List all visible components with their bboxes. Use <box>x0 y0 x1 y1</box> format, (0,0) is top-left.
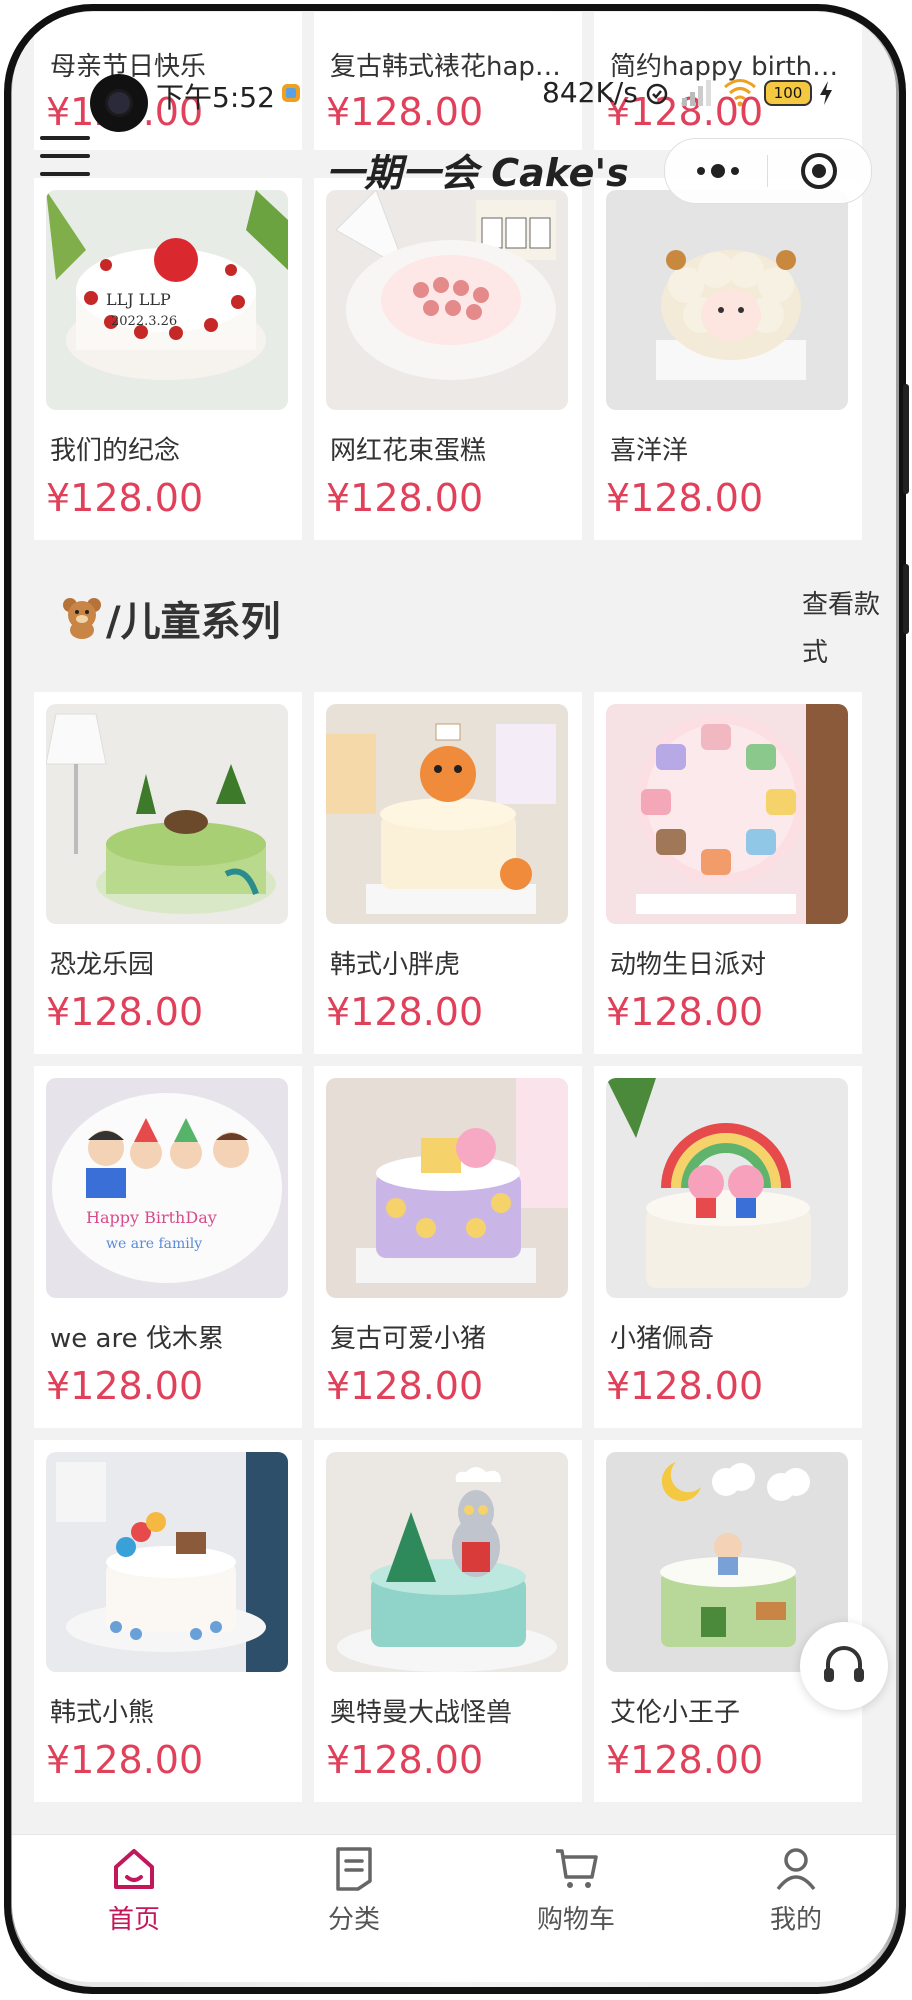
volume-button <box>903 384 909 494</box>
product-card[interactable]: 复古可爱小猪 ¥128.00 <box>314 1066 582 1428</box>
cake-image <box>326 704 568 924</box>
alarm-icon <box>646 83 668 105</box>
device-frame: 母亲节日快乐 ¥128.00 复古韩式裱花hap… ¥128.00 简约happ… <box>0 0 912 2000</box>
product-price: ¥128.00 <box>326 990 484 1034</box>
home-icon <box>114 1849 154 1889</box>
brand-title: 一期一会 Cake's <box>326 151 629 195</box>
tab-cart[interactable]: 购物车 <box>506 1845 646 1965</box>
battery-indicator: 100 <box>764 80 812 106</box>
cake-image: Happy BirthDay we are family <box>46 1078 288 1298</box>
cake-image <box>606 190 848 410</box>
product-price: ¥128.00 <box>46 476 204 520</box>
svg-text:we are family: we are family <box>106 1236 202 1252</box>
cake-image <box>326 1452 568 1672</box>
product-name: 恐龙乐园 <box>50 950 155 980</box>
product-card[interactable]: 恐龙乐园 ¥128.00 <box>34 692 302 1054</box>
product-name: 小猪佩奇 <box>610 1324 715 1354</box>
signal-icon <box>682 80 711 106</box>
product-card[interactable]: 喜洋洋 ¥128.00 <box>594 178 862 540</box>
status-time: 下午5:52 <box>156 81 275 114</box>
product-card[interactable]: 韩式小熊 ¥128.00 <box>34 1440 302 1802</box>
screen: 母亲节日快乐 ¥128.00 复古韩式裱花hap… ¥128.00 简约happ… <box>12 12 896 1982</box>
product-name: 动物生日派对 <box>610 950 767 980</box>
app-notification-icon <box>282 84 300 102</box>
cake-image <box>326 1078 568 1298</box>
tab-label: 我的 <box>769 1905 822 1935</box>
product-card[interactable]: 小猪佩奇 ¥128.00 <box>594 1066 862 1428</box>
product-name: 韩式小胖虎 <box>330 950 461 980</box>
cake-image <box>46 1452 288 1672</box>
view-styles-link[interactable]: 查看款式 <box>802 581 892 677</box>
close-program-icon[interactable] <box>799 151 839 191</box>
product-price: ¥128.00 <box>606 990 764 1034</box>
tab-home[interactable]: 首页 <box>64 1845 204 1965</box>
product-name: 我们的纪念 <box>50 436 181 466</box>
tab-label: 首页 <box>107 1905 160 1935</box>
product-card[interactable]: 网红花束蛋糕 ¥128.00 <box>314 178 582 540</box>
tab-profile[interactable]: 我的 <box>726 1845 866 1965</box>
product-name: 艾伦小王子 <box>610 1698 741 1728</box>
cake-image: LLJ LLP 2022.3.26 <box>46 190 288 410</box>
teddy-bear-icon <box>63 598 101 639</box>
kids-product-grid: 恐龙乐园 ¥128.00 韩式小胖虎 ¥128.00 动物生日派对 ¥128.0… <box>34 692 876 1802</box>
capsule-divider <box>767 155 768 187</box>
front-camera <box>90 74 148 132</box>
product-price: ¥128.00 <box>606 1364 764 1408</box>
network-speed: 842K/s <box>542 76 638 109</box>
tab-label: 分类 <box>327 1905 380 1935</box>
power-button <box>903 564 909 634</box>
cake-image <box>606 704 848 924</box>
product-name: 韩式小熊 <box>50 1698 155 1728</box>
product-name: we are 伐木累 <box>50 1324 224 1354</box>
product-price: ¥128.00 <box>606 476 764 520</box>
svg-text:Happy BirthDay: Happy BirthDay <box>86 1208 217 1227</box>
svg-text:LLJ LLP: LLJ LLP <box>106 290 171 309</box>
product-name: 奥特曼大战怪兽 <box>330 1698 513 1728</box>
wifi-icon <box>724 79 756 107</box>
svg-text:2022.3.26: 2022.3.26 <box>111 314 177 329</box>
customer-service-button[interactable] <box>800 1622 888 1710</box>
tab-category[interactable]: 分类 <box>284 1845 424 1965</box>
status-bar: 下午5:52 842K/s 100 <box>12 56 896 132</box>
cake-image <box>606 1078 848 1298</box>
product-price: ¥128.00 <box>606 1738 764 1782</box>
category-icon <box>336 1847 372 1891</box>
product-price: ¥128.00 <box>326 1364 484 1408</box>
product-price: ¥128.00 <box>46 990 204 1034</box>
product-card[interactable]: Happy BirthDay we are family we are 伐木累 … <box>34 1066 302 1428</box>
product-price: ¥128.00 <box>46 1364 204 1408</box>
cake-image <box>326 190 568 410</box>
charging-icon <box>820 81 832 105</box>
product-card[interactable]: 艾伦小王子 ¥128.00 <box>594 1440 862 1802</box>
tab-bar: 首页 分类 购物车 我的 <box>12 1834 896 1982</box>
headset-icon <box>824 1646 864 1682</box>
cart-icon <box>556 1849 598 1888</box>
product-price: ¥128.00 <box>326 1738 484 1782</box>
product-card[interactable]: 奥特曼大战怪兽 ¥128.00 <box>314 1440 582 1802</box>
category-section-header: /儿童系列 查看款式 <box>34 555 880 675</box>
product-name: 复古可爱小猪 <box>330 1324 487 1354</box>
section-title: /儿童系列 <box>106 599 281 645</box>
mini-program-capsule <box>664 138 872 204</box>
product-card[interactable]: 动物生日派对 ¥128.00 <box>594 692 862 1054</box>
product-price: ¥128.00 <box>326 476 484 520</box>
more-options-icon[interactable] <box>693 157 743 185</box>
product-card[interactable]: 韩式小胖虎 ¥128.00 <box>314 692 582 1054</box>
profile-icon <box>776 1848 816 1891</box>
menu-icon[interactable] <box>40 136 90 180</box>
product-grid: LLJ LLP 2022.3.26 我们的纪念 ¥128.00 网红花束蛋糕 ¥… <box>34 178 876 540</box>
product-name: 喜洋洋 <box>610 436 689 466</box>
cake-image <box>46 704 288 924</box>
nav-bar: 一期一会 Cake's <box>12 130 896 220</box>
product-name: 网红花束蛋糕 <box>330 436 487 466</box>
tab-label: 购物车 <box>536 1905 615 1935</box>
product-price: ¥128.00 <box>46 1738 204 1782</box>
product-card[interactable]: LLJ LLP 2022.3.26 我们的纪念 ¥128.00 <box>34 178 302 540</box>
